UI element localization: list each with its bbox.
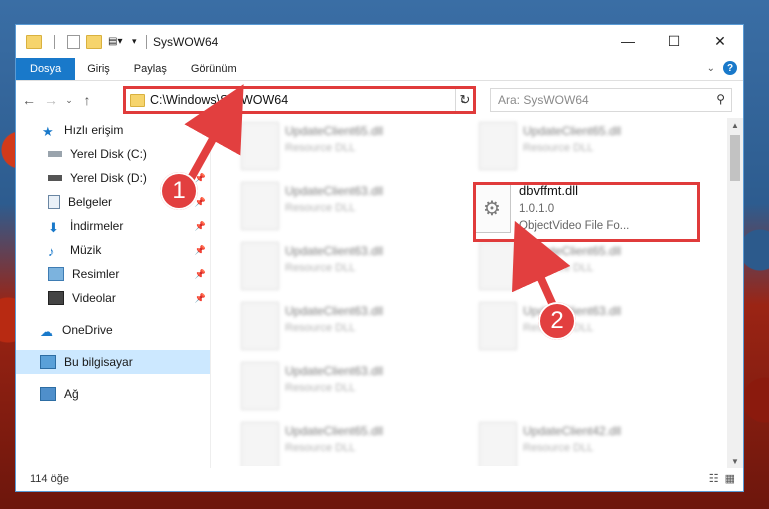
sidebar-item-quick-access[interactable]: ★ Hızlı erişim [16, 118, 210, 142]
list-item[interactable]: UpdateClient65.dll Resource DLL [449, 118, 649, 174]
sidebar-item-music[interactable]: ♪ Müzik 📌 [16, 238, 210, 262]
list-item[interactable]: UpdateClient65.dll Resource DLL [211, 118, 411, 174]
computer-icon [40, 355, 56, 369]
sidebar-item-onedrive[interactable]: ☁ OneDrive [16, 318, 210, 342]
list-item[interactable]: UpdateClient63.dll Resource DLL [211, 298, 411, 354]
customize-toolbar-icon[interactable]: ▤▾ [108, 36, 126, 48]
sidebar-item-videos[interactable]: Videolar 📌 [16, 286, 210, 310]
close-button[interactable]: ✕ [697, 25, 743, 57]
window-title: SysWOW64 [153, 34, 219, 49]
tab-share[interactable]: Paylaş [122, 58, 179, 80]
dll-file-icon [241, 182, 279, 230]
tab-home[interactable]: Giriş [75, 58, 122, 80]
details-view-icon[interactable]: ☷ [709, 472, 719, 485]
network-icon [40, 387, 56, 401]
tab-file[interactable]: Dosya [16, 58, 76, 80]
vertical-scrollbar[interactable]: ▲ ▼ [727, 118, 743, 468]
dll-file-icon [241, 122, 279, 170]
dll-file-icon [241, 422, 279, 466]
back-arrow-icon[interactable]: ← [20, 92, 38, 108]
properties-icon[interactable] [67, 34, 80, 49]
tab-view[interactable]: Görünüm [179, 58, 249, 80]
sidebar-item-pictures[interactable]: Resimler 📌 [16, 262, 210, 286]
up-arrow-icon[interactable]: ↑ [78, 92, 96, 108]
file-highlight-box [473, 182, 700, 242]
dll-file-icon [241, 362, 279, 410]
list-item[interactable]: UpdateClient63.dll Resource DLL [211, 178, 411, 234]
sidebar-item-this-pc[interactable]: Bu bilgisayar [16, 350, 210, 374]
sidebar-item-downloads[interactable]: ⬇ İndirmeler 📌 [16, 214, 210, 238]
navigation-bar: ← → ⌄ ↑ C:\Windows\SysWOW64 ⌄ ↻ Ara: Sys… [16, 81, 743, 119]
sidebar-item-drive-c[interactable]: Yerel Disk (C:) [16, 142, 210, 166]
dll-file-icon [241, 302, 279, 350]
dll-file-icon [479, 302, 517, 350]
quick-access-toolbar: ▤▾ ▾ [16, 34, 140, 49]
sidebar-item-network[interactable]: Ağ [16, 382, 210, 406]
address-highlight-box [123, 86, 476, 114]
help-icon[interactable]: ? [723, 61, 737, 75]
pictures-icon [48, 267, 64, 281]
dll-file-icon [479, 422, 517, 466]
dll-file-icon [479, 122, 517, 170]
documents-icon [48, 195, 60, 209]
scroll-thumb[interactable] [730, 135, 740, 181]
minimize-button[interactable]: — [605, 25, 651, 57]
item-count: 114 öğe [30, 472, 69, 485]
step-2-badge: 2 [538, 302, 576, 340]
recent-locations-icon[interactable]: ⌄ [64, 95, 74, 106]
list-item[interactable]: UpdateClient42.dll Resource DLL [449, 418, 649, 466]
folder-icon [26, 34, 42, 49]
ribbon-tabs: Dosya Giriş Paylaş Görünüm ⌄ ? [16, 58, 743, 81]
star-icon: ★ [42, 124, 54, 139]
search-input[interactable]: Ara: SysWOW64 ⚲ [490, 88, 732, 112]
window-controls: — ☐ ✕ [605, 25, 743, 57]
cloud-icon: ☁ [40, 324, 53, 339]
new-folder-icon[interactable] [86, 34, 102, 49]
file-list: UpdateClient65.dll Resource DLL UpdateCl… [211, 118, 726, 466]
maximize-button[interactable]: ☐ [651, 25, 697, 57]
videos-icon [48, 291, 64, 305]
list-item[interactable]: UpdateClient63.dll Resource DLL [211, 238, 411, 294]
search-icon[interactable]: ⚲ [716, 92, 725, 106]
ribbon-expand-icon[interactable]: ⌄ [707, 63, 715, 74]
list-item[interactable]: UpdateClient63.dll Resource DLL [211, 358, 411, 414]
pin-icon[interactable]: 📌 [195, 269, 206, 280]
forward-arrow-icon[interactable]: → [42, 92, 60, 108]
search-placeholder: Ara: SysWOW64 [498, 93, 589, 107]
pin-icon[interactable]: 📌 [195, 221, 206, 232]
file-explorer-window: ▤▾ ▾ SysWOW64 — ☐ ✕ Dosya Giriş Paylaş G… [15, 24, 744, 492]
pin-icon[interactable]: 📌 [195, 293, 206, 304]
pin-icon[interactable]: 📌 [195, 173, 206, 184]
dll-file-icon [241, 242, 279, 290]
step-1-badge: 1 [160, 172, 198, 210]
drive-icon [48, 151, 62, 157]
list-item[interactable]: UpdateClient65.dll Resource DLL [211, 418, 411, 466]
large-icons-view-icon[interactable]: ▦ [725, 472, 735, 485]
status-bar: 114 öğe ☷ ▦ [16, 466, 743, 491]
navigation-pane: ★ Hızlı erişim Yerel Disk (C:) Yerel Dis… [16, 118, 210, 458]
dropdown-icon[interactable]: ▾ [132, 36, 140, 48]
title-bar: ▤▾ ▾ SysWOW64 — ☐ ✕ [16, 25, 743, 58]
drive-icon [48, 175, 62, 181]
pin-icon[interactable]: 📌 [195, 245, 206, 256]
dll-file-icon [479, 242, 517, 290]
scroll-up-icon[interactable]: ▲ [727, 118, 743, 132]
music-icon: ♪ [48, 244, 55, 259]
list-item[interactable]: UpdateClient65.dll Resource DLL [449, 238, 649, 294]
download-icon: ⬇ [48, 220, 59, 235]
